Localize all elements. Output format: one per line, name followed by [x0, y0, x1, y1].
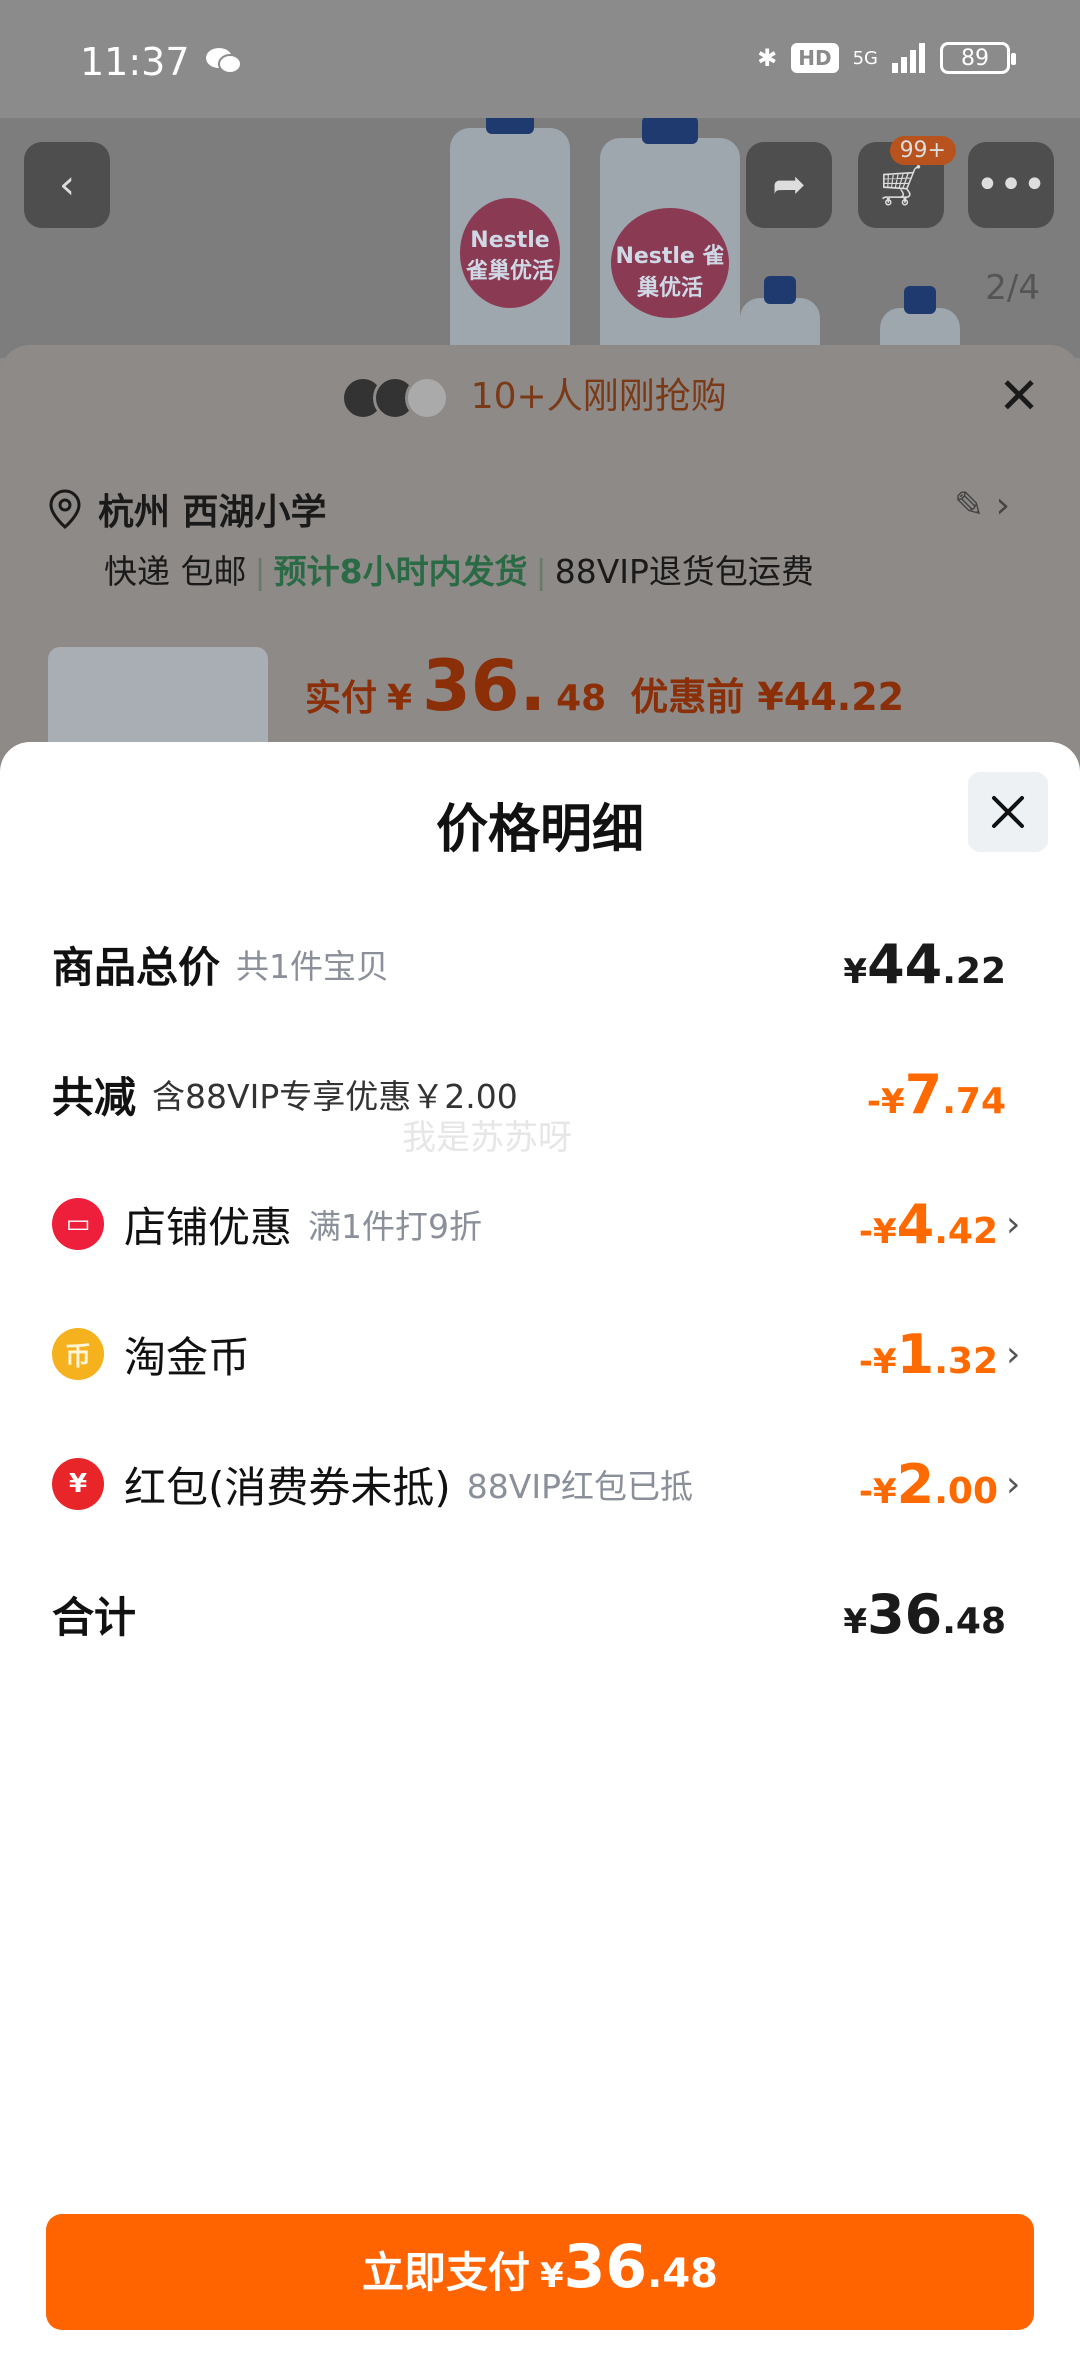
row-label: 商品总价 [52, 942, 221, 992]
row-amount: -¥ 7.74 [866, 1062, 1006, 1126]
image-page-indicator: 2/4 [985, 268, 1040, 308]
row-red-packet[interactable]: ¥ 红包(消费券未抵) 88VIP红包已抵 -¥ 2.00 › [52, 1444, 1028, 1524]
shipping-info: 快递 包邮 | 预计8小时内发货 | 88VIP退货包运费 [104, 552, 814, 591]
pay-label: 实付 [305, 678, 378, 719]
status-time: 11:37 [80, 40, 190, 84]
row-amount: ¥36.48 [843, 1582, 1006, 1646]
row-taojinbi[interactable]: 币 淘金币 -¥ 1.32 › [52, 1314, 1028, 1394]
location-text: 杭州 西湖小学 [98, 492, 327, 533]
red-packet-icon: ¥ [52, 1458, 104, 1510]
pay-button-amount-int: 36 [563, 2232, 648, 2302]
currency-symbol: ¥ [387, 678, 413, 719]
watermark: 我是苏苏呀 [402, 1118, 572, 1158]
hd-icon: HD [791, 43, 839, 73]
close-icon [992, 796, 1024, 828]
bluetooth-icon: ✱ [757, 44, 778, 72]
status-bar: 11:37 ✱ HD 5G 89 [0, 0, 1080, 118]
more-icon: ••• [975, 162, 1047, 208]
product-image: Nestle 雀巢优活 Nestle 雀巢优活 ‹ ➦ 🛒︎ 99+ ••• 2/… [0, 118, 1080, 358]
edit-location-icon[interactable]: ✎ › [954, 485, 1010, 526]
row-label: 共减 [52, 1072, 137, 1122]
back-arrow-icon: ‹ [59, 162, 75, 208]
row-amount: ¥44.22 [843, 932, 1006, 996]
row-label: 红包(消费券未抵) [124, 1462, 451, 1512]
row-amount: -¥ 4.42 [858, 1192, 998, 1256]
location-pin-icon [49, 489, 81, 529]
chevron-right-icon: › [1006, 1463, 1021, 1505]
row-item-total: 商品总价 共1件宝贝 ¥44.22 [52, 924, 1028, 1004]
pay-button-label: 立即支付 [361, 2248, 530, 2297]
buyer-avatars [341, 376, 450, 420]
sku-price: 实付 ¥ 36. 48 优惠前 ¥44.22 [305, 645, 904, 727]
cart-badge: 99+ [889, 136, 956, 165]
row-shop-discount[interactable]: ▭ 店铺优惠 满1件打9折 -¥ 4.42 › [52, 1184, 1028, 1264]
row-grand-total: 合计 ¥36.48 [52, 1574, 1028, 1654]
row-amount: -¥ 2.00 [858, 1452, 998, 1516]
buyers-text: 10+人刚刚抢购 [470, 376, 727, 417]
chevron-right-icon: › [1006, 1203, 1021, 1245]
modal-close-button[interactable] [968, 772, 1048, 852]
ship-time: 预计8小时内发货 [273, 552, 528, 591]
bottle-image: Nestle 雀巢优活 [450, 118, 570, 358]
shipping-method: 快递 包邮 [104, 552, 247, 591]
delivery-location[interactable]: 杭州 西湖小学 [48, 483, 327, 535]
row-label: 店铺优惠 [124, 1202, 293, 1252]
row-sublabel: 共1件宝贝 [236, 947, 390, 986]
cart-icon: 🛒︎ [875, 162, 927, 209]
modal-title: 价格明细 [435, 800, 644, 860]
shop-icon: ▭ [52, 1198, 104, 1250]
back-button[interactable]: ‹ [24, 142, 110, 228]
bottle-image: Nestle 雀巢优活 [600, 118, 740, 358]
cart-button[interactable]: 🛒︎ 99+ [858, 136, 956, 228]
pre-discount-price: 优惠前 ¥44.22 [630, 675, 905, 719]
pay-amount-int: 36. [422, 645, 547, 727]
recent-buyers: 10+人刚刚抢购 [0, 367, 1080, 420]
pay-button-amount-dec: .48 [647, 2251, 719, 2297]
battery-icon: 89 [940, 42, 1016, 74]
pay-amount-dec: 48 [556, 678, 607, 719]
row-amount: -¥ 1.32 [858, 1322, 998, 1386]
share-icon: ➦ [772, 162, 806, 208]
more-button[interactable]: ••• [968, 142, 1054, 228]
wechat-icon [206, 48, 242, 74]
system-indicators: ✱ HD 5G 89 [757, 42, 1016, 74]
row-label: 合计 [52, 1592, 137, 1642]
sheet-close-icon[interactable]: ✕ [998, 367, 1040, 425]
return-policy: 88VIP退货包运费 [554, 552, 814, 591]
share-button[interactable]: ➦ [746, 142, 832, 228]
chevron-right-icon: › [1006, 1333, 1021, 1375]
pay-now-button[interactable]: 立即支付 ¥ 36 .48 [46, 2214, 1034, 2330]
price-detail-modal: 价格明细 商品总价 共1件宝贝 ¥44.22 共减 含88VIP专享优惠￥2.0… [0, 742, 1080, 2376]
signal-label: 5G [852, 47, 878, 69]
coin-icon: 币 [52, 1328, 104, 1380]
row-sublabel: 88VIP红包已抵 [466, 1467, 693, 1506]
row-sublabel: 满1件打9折 [308, 1207, 483, 1246]
sku-sheet: 10+人刚刚抢购 ✕ 杭州 西湖小学 ✎ › 快递 包邮 | 预计8小时内发货 | 88… [0, 345, 1080, 787]
pay-button-currency: ¥ [539, 2256, 564, 2296]
row-label: 淘金币 [124, 1332, 251, 1382]
signal-icon [892, 43, 925, 73]
